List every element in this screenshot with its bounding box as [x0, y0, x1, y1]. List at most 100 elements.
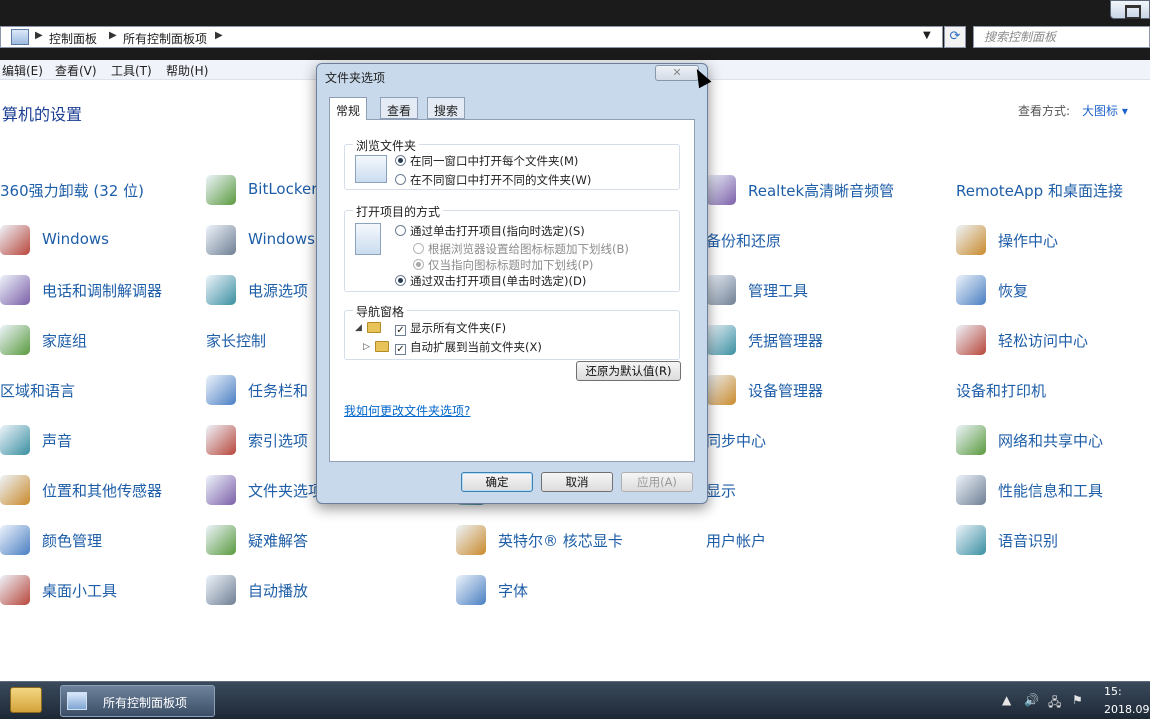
cp-item-label: 电源选项 [248, 282, 309, 300]
cp-item[interactable]: 英特尔® 核芯显卡 [456, 522, 696, 558]
performance-icon [956, 475, 986, 505]
taskbar-window-button[interactable]: 所有控制面板项 [60, 685, 215, 717]
click-cursor-illustration-icon [355, 223, 381, 255]
radio-double-click[interactable]: 通过双击打开项目(单击时选定)(D) [395, 273, 586, 289]
volume-icon[interactable]: 🔊 [1024, 693, 1039, 707]
radio-selected-icon [395, 275, 406, 286]
cp-item[interactable]: 语音识别 [956, 522, 1150, 558]
cp-item[interactable]: 恢复 [956, 272, 1150, 308]
cp-item[interactable]: 管理工具 [706, 272, 946, 308]
auto-expand-label: 自动扩展到当前文件夹(X) [410, 340, 542, 354]
cp-item[interactable]: 家庭组 [0, 322, 240, 358]
cp-item[interactable]: 电话和调制解调器 [0, 272, 240, 308]
cp-item-label: 恢复 [998, 282, 1029, 300]
radio-same-window-label: 在同一窗口中打开每个文件夹(M) [410, 154, 579, 168]
cp-item[interactable]: 设备管理器 [706, 372, 946, 408]
cp-item[interactable]: 声音 [0, 422, 240, 458]
cp-item[interactable]: RemoteApp 和桌面连接 [956, 172, 1150, 208]
cp-item-label: 位置和其他传感器 [42, 482, 163, 500]
menu-view[interactable]: 查看(V) [55, 62, 97, 79]
breadcrumb-control-panel[interactable]: 控制面板 [49, 30, 97, 47]
chevron-right-icon[interactable]: ▶ [35, 30, 43, 41]
navigation-pane-group: 导航窗格 ◢ ✓ 显示所有文件夹(F) ▷ ✓ 自动扩展到当前文件夹(X) [344, 303, 680, 360]
dialog-title: 文件夹选项 [325, 71, 386, 85]
action-center-flag-icon[interactable]: ⚑ [1072, 693, 1083, 707]
cancel-button[interactable]: 取消 [541, 472, 613, 492]
cp-item[interactable]: 疑难解答 [206, 522, 446, 558]
address-dropdown-icon[interactable]: ▼ [923, 30, 931, 41]
cp-item-label: 凭据管理器 [748, 332, 824, 350]
cp-item[interactable]: 区域和语言 [0, 372, 240, 408]
cp-item[interactable]: 桌面小工具 [0, 572, 240, 608]
homegroup-icon [0, 325, 30, 355]
address-bar[interactable]: ▶ 控制面板 ▶ 所有控制面板项 ▶ ▼ [0, 26, 943, 48]
cp-item[interactable]: Windows [0, 222, 240, 258]
chevron-right-icon[interactable]: ▶ [215, 30, 223, 41]
tray-expand-icon[interactable]: ▲ [1002, 693, 1011, 707]
cp-item[interactable]: 性能信息和工具 [956, 472, 1150, 508]
taskbar-icon [206, 375, 236, 405]
cp-item-label: 索引选项 [248, 432, 309, 450]
refresh-button[interactable]: ⟳ [944, 26, 966, 48]
taskbar-window-label: 所有控制面板项 [103, 696, 188, 710]
help-link[interactable]: 我如何更改文件夹选项? [344, 402, 470, 419]
cp-item[interactable]: 360强力卸载 (32 位) [0, 172, 240, 208]
cp-item-label: RemoteApp 和桌面连接 [956, 182, 1123, 200]
cp-item[interactable]: 显示 [706, 472, 946, 508]
troubleshooting-icon [206, 525, 236, 555]
cp-item[interactable]: 操作中心 [956, 222, 1150, 258]
menu-help[interactable]: 帮助(H) [166, 62, 208, 79]
network-icon[interactable]: 🖧 [1048, 693, 1061, 714]
clock-date[interactable]: 2018.09 [1104, 703, 1150, 716]
bitlocker-icon [206, 175, 236, 205]
chevron-right-icon[interactable]: ▶ [109, 30, 117, 41]
ok-button[interactable]: 确定 [461, 472, 533, 492]
cp-item[interactable]: 位置和其他传感器 [0, 472, 240, 508]
cp-item[interactable]: 备份和还原 [706, 222, 946, 258]
radio-disabled-icon [413, 243, 424, 254]
cp-item-label: 语音识别 [998, 532, 1059, 550]
radio-same-window[interactable]: 在同一窗口中打开每个文件夹(M) [395, 153, 578, 169]
navigation-pane-title: 导航窗格 [353, 303, 408, 320]
cp-item[interactable]: 同步中心 [706, 422, 946, 458]
tab-search[interactable]: 搜索 [427, 97, 466, 119]
clock-time[interactable]: 15: [1104, 685, 1122, 698]
explorer-folder-icon[interactable] [10, 687, 42, 713]
taskbar: 所有控制面板项 ▲ 🔊 🖧 ⚑ 15: 2018.09 [0, 681, 1150, 719]
network-sharing-icon [956, 425, 986, 455]
tab-view[interactable]: 查看 [380, 97, 419, 119]
cp-item-label: 英特尔® 核芯显卡 [498, 532, 623, 550]
tab-general[interactable]: 常规 [329, 97, 368, 120]
cp-item-label: 家庭组 [42, 332, 88, 350]
radio-single-click[interactable]: 通过单击打开项目(指向时选定)(S) [395, 223, 585, 239]
radio-new-window[interactable]: 在不同窗口中打开不同的文件夹(W) [395, 172, 591, 188]
folder-icon [375, 341, 389, 352]
maximize-button[interactable] [1110, 0, 1150, 19]
apply-button[interactable]: 应用(A) [621, 472, 693, 492]
cp-item[interactable]: 颜色管理 [0, 522, 240, 558]
menu-tools[interactable]: 工具(T) [111, 62, 152, 79]
restore-defaults-button[interactable]: 还原为默认值(R) [576, 361, 681, 381]
cp-item[interactable]: 自动播放 [206, 572, 446, 608]
cp-item[interactable]: 轻松访问中心 [956, 322, 1150, 358]
close-icon: ✕ [672, 66, 682, 79]
click-items-title: 打开项目的方式 [353, 203, 444, 220]
cp-item[interactable]: 用户帐户 [706, 522, 946, 558]
checkbox-show-all-folders[interactable]: ✓ 显示所有文件夹(F) [395, 320, 506, 336]
view-by-dropdown[interactable]: 大图标 ▾ [1082, 102, 1128, 119]
cp-item[interactable]: 网络和共享中心 [956, 422, 1150, 458]
checkbox-auto-expand[interactable]: ✓ 自动扩展到当前文件夹(X) [395, 339, 542, 355]
cp-item[interactable]: 字体 [456, 572, 696, 608]
search-input[interactable]: 搜索控制面板 [973, 26, 1150, 48]
breadcrumb-all-items[interactable]: 所有控制面板项 [123, 30, 207, 47]
cp-item[interactable]: 设备和打印机 [956, 372, 1150, 408]
checkbox-checked-icon: ✓ [395, 344, 406, 355]
cp-item[interactable]: 凭据管理器 [706, 322, 946, 358]
cp-item-label: 区域和语言 [0, 382, 76, 400]
intel-graphics-icon [456, 525, 486, 555]
folder-options-dialog: 文件夹选项 ✕ 常规 查看 搜索 浏览文件夹 在同一窗口中打开每个文件夹(M) … [316, 63, 708, 504]
menu-edit[interactable]: 编辑(E) [2, 62, 43, 79]
ease-of-access-icon [956, 325, 986, 355]
cp-item[interactable]: Realtek高清晰音频管 [706, 172, 946, 208]
cp-item-label: 轻松访问中心 [998, 332, 1089, 350]
